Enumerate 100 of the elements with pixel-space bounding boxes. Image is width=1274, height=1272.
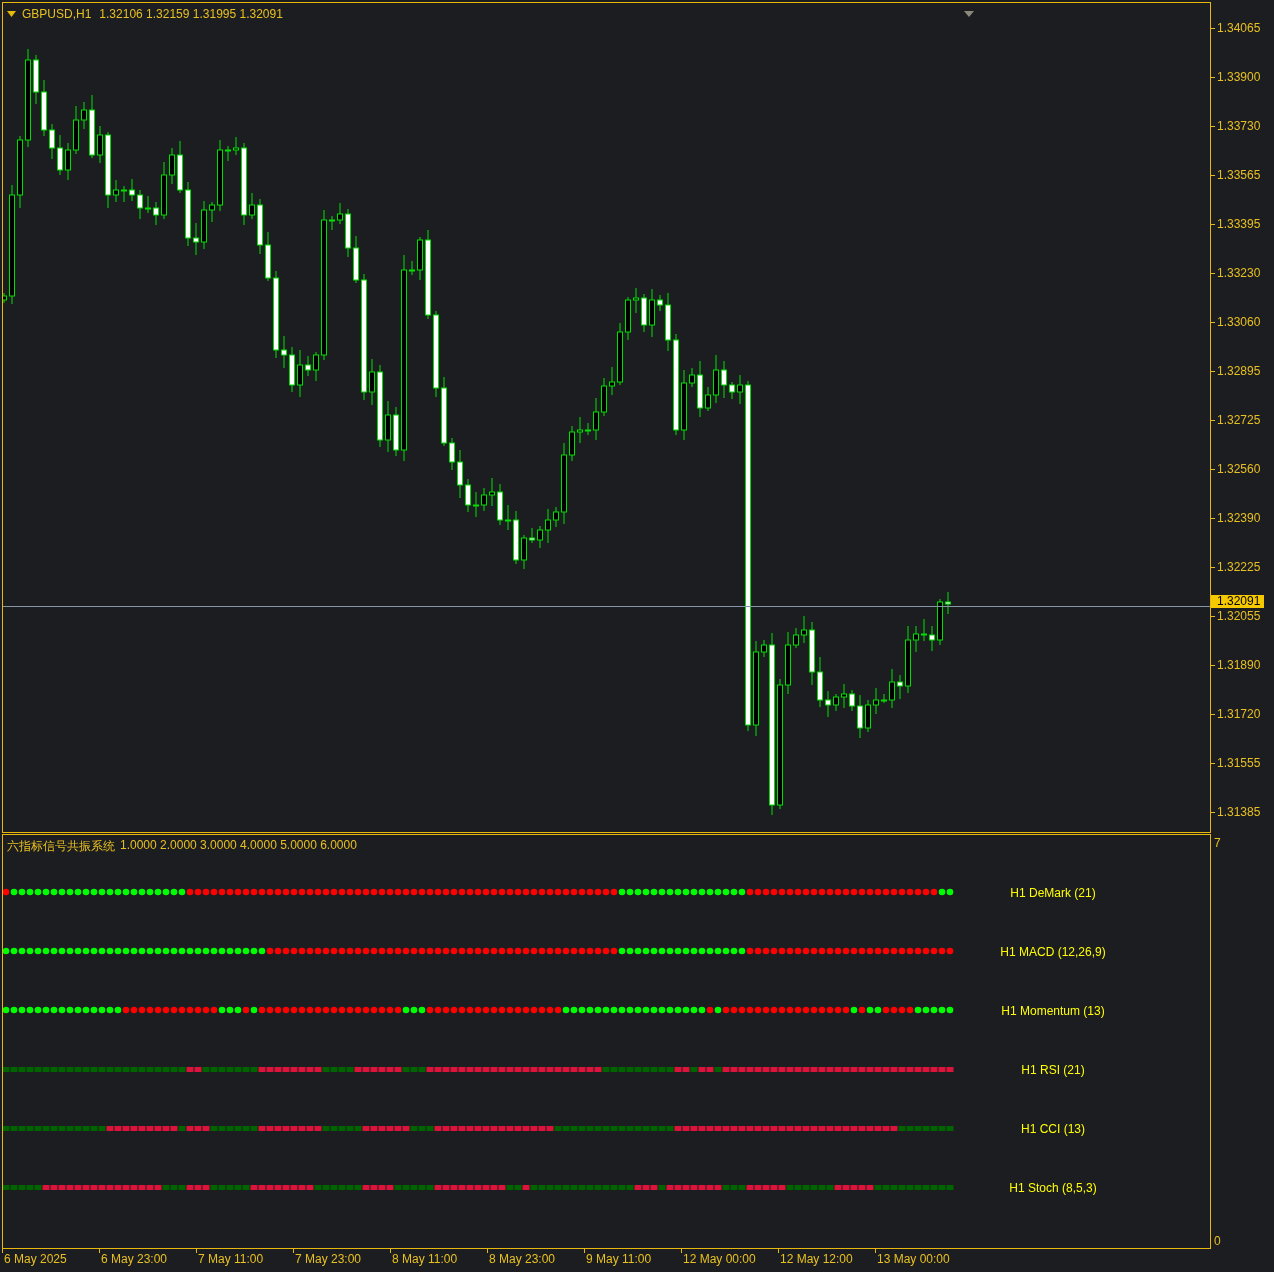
time-tick-label: 12 May 12:00 — [780, 1252, 853, 1266]
candlestick — [793, 627, 799, 649]
candlestick — [641, 293, 647, 333]
dropdown-caret-icon[interactable] — [7, 11, 16, 17]
indicator-label: H1 Stoch (8,5,3) — [1009, 1180, 1097, 1195]
price-tick-label: 1.32725 — [1217, 413, 1261, 427]
candlestick — [465, 478, 471, 513]
candlestick — [873, 687, 879, 715]
candlestick — [913, 625, 919, 653]
candlestick — [585, 422, 591, 436]
candlestick — [145, 195, 151, 214]
candlestick — [865, 699, 871, 733]
price-tick-label: 1.32560 — [1217, 462, 1261, 476]
indicator-values: 1.0000 2.0000 3.0000 4.0000 5.0000 6.0000 — [120, 838, 357, 852]
time-tick-label: 7 May 23:00 — [295, 1252, 362, 1266]
candlestick — [385, 400, 391, 453]
candlestick — [505, 504, 511, 531]
candlestick — [633, 287, 639, 314]
candlestick — [897, 674, 903, 700]
candlestick — [881, 693, 887, 704]
indicator-title: 六指标信号共振系统 — [7, 838, 115, 855]
candlestick — [569, 425, 575, 462]
candlestick — [481, 487, 487, 512]
indicator-label: H1 DeMark (21) — [1010, 885, 1096, 900]
price-tick-label: 1.31890 — [1217, 658, 1261, 672]
candlestick — [281, 335, 287, 369]
candlestick — [193, 222, 199, 256]
candlestick — [601, 377, 607, 417]
price-tick-label: 1.32225 — [1217, 560, 1261, 574]
candlestick — [609, 366, 615, 396]
candlestick — [305, 355, 311, 377]
time-tick-label: 8 May 23:00 — [489, 1252, 556, 1266]
candlestick — [593, 397, 599, 441]
candlestick — [729, 381, 735, 400]
candlestick — [417, 236, 423, 281]
candlestick — [81, 101, 87, 130]
price-tick-label: 1.32895 — [1217, 364, 1261, 378]
candlestick — [313, 351, 319, 382]
candlestick — [153, 201, 159, 226]
candlestick — [297, 349, 303, 398]
candlestick — [33, 54, 39, 105]
candlestick — [937, 598, 943, 646]
candlestick — [553, 506, 559, 528]
price-tick-label: 1.33730 — [1217, 119, 1261, 133]
candlestick — [97, 125, 103, 164]
candlestick — [73, 105, 79, 155]
candlestick — [785, 631, 791, 695]
candlestick — [921, 618, 927, 642]
candlestick — [849, 689, 855, 712]
price-tick-label: 1.31555 — [1217, 756, 1261, 770]
candlestick — [545, 508, 551, 544]
candlestick — [721, 360, 727, 399]
candlestick — [137, 189, 143, 220]
candlestick — [513, 510, 519, 565]
candlestick — [809, 621, 815, 686]
candlestick — [113, 179, 119, 203]
candlestick — [657, 294, 663, 312]
price-tick-label: 1.33395 — [1217, 217, 1261, 231]
candlestick — [441, 376, 447, 447]
candlestick — [857, 694, 863, 739]
candlestick — [289, 346, 295, 393]
candlestick — [537, 525, 543, 549]
candlestick — [737, 374, 743, 405]
candlestick — [697, 360, 703, 418]
price-tick-label: 1.33060 — [1217, 315, 1261, 329]
candlestick — [57, 134, 63, 176]
candlestick — [817, 656, 823, 708]
candlestick — [121, 185, 127, 203]
shift-marker-icon[interactable] — [964, 11, 974, 17]
candlestick — [209, 201, 215, 223]
time-tick-label: 12 May 00:00 — [683, 1252, 756, 1266]
candlestick — [705, 386, 711, 412]
candlestick — [89, 94, 95, 159]
candlestick — [945, 591, 951, 615]
candlestick — [521, 534, 527, 570]
candlestick — [409, 260, 415, 276]
candlestick — [497, 483, 503, 526]
candlestick — [185, 181, 191, 247]
time-tick-label: 7 May 11:00 — [198, 1252, 264, 1266]
candlestick — [369, 358, 375, 406]
candlestick — [689, 367, 695, 388]
candlestick — [265, 231, 271, 282]
candlestick — [249, 192, 255, 220]
time-tick-label: 6 May 23:00 — [101, 1252, 168, 1266]
candlestick — [449, 437, 455, 471]
price-tick-label: 1.32055 — [1217, 609, 1261, 623]
candlestick — [929, 625, 935, 652]
candlestick — [649, 288, 655, 338]
price-tick-label: 1.31385 — [1217, 805, 1261, 819]
candlestick — [337, 202, 343, 225]
price-tick-label: 1.31720 — [1217, 707, 1261, 721]
time-tick-label: 8 May 11:00 — [392, 1252, 458, 1266]
candlestick — [833, 693, 839, 712]
candlestick — [801, 615, 807, 644]
candlestick — [177, 140, 183, 194]
candlestick — [3, 292, 7, 304]
candlestick — [489, 477, 495, 507]
candlestick — [345, 208, 351, 258]
candlestick — [49, 123, 55, 160]
indicator-label: H1 Momentum (13) — [1001, 1003, 1105, 1018]
